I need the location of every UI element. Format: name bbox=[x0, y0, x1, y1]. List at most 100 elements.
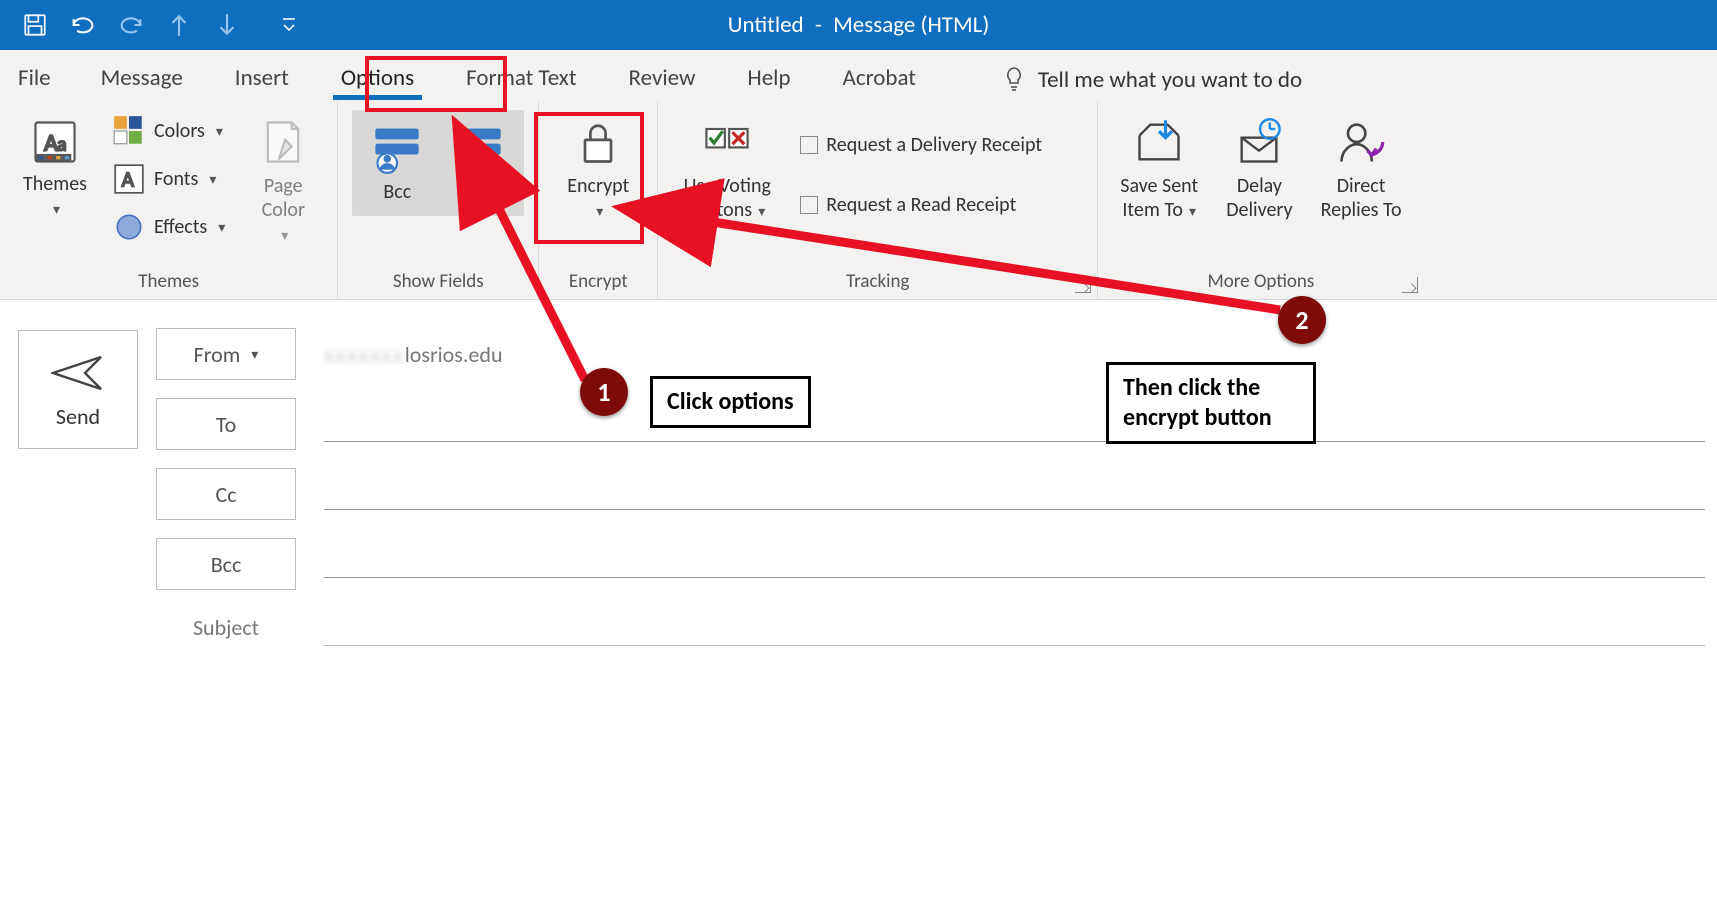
group-themes-label: Themes bbox=[14, 270, 323, 297]
cc-btn-label: Cc bbox=[215, 481, 236, 508]
arrow-down-icon[interactable] bbox=[212, 10, 242, 40]
effects-icon bbox=[112, 210, 146, 244]
tab-message[interactable]: Message bbox=[75, 54, 209, 102]
direct-replies-button[interactable]: DirectReplies To bbox=[1313, 110, 1410, 228]
read-receipt-checkbox[interactable]: Request a Read Receipt bbox=[794, 189, 1048, 221]
title-bar: Untitled - Message (HTML) bbox=[0, 0, 1717, 50]
arrow-up-icon[interactable] bbox=[164, 10, 194, 40]
read-receipt-label: Request a Read Receipt bbox=[826, 193, 1016, 217]
tab-file[interactable]: File bbox=[10, 54, 75, 102]
svg-text:a: a bbox=[57, 133, 66, 157]
group-more-options: Save SentItem To ▾ DelayDelivery DirectR… bbox=[1098, 102, 1423, 299]
save-sent-label-2: Item To bbox=[1122, 198, 1183, 222]
delay-delivery-button[interactable]: DelayDelivery bbox=[1218, 110, 1300, 228]
checkbox-icon bbox=[800, 136, 818, 154]
window-title: Untitled - Message (HTML) bbox=[728, 11, 990, 39]
subject-input[interactable] bbox=[324, 602, 1705, 646]
delay-icon bbox=[1233, 116, 1285, 168]
group-encrypt-label: Encrypt bbox=[553, 270, 643, 297]
delay-label-2: Delivery bbox=[1226, 198, 1292, 222]
direct-label-1: Direct bbox=[1337, 174, 1386, 198]
page-color-button[interactable]: PageColor▾ bbox=[243, 110, 323, 252]
save-sent-item-button[interactable]: Save SentItem To ▾ bbox=[1112, 110, 1206, 228]
group-tracking-label: Tracking bbox=[672, 270, 1083, 297]
direct-label-2: Replies To bbox=[1321, 198, 1402, 222]
cc-button[interactable]: Cc bbox=[156, 468, 296, 520]
compose-area: Send From▾ To Cc Bcc Subject xxxxxxxlosr… bbox=[0, 300, 1717, 646]
from-label: From bbox=[458, 180, 500, 204]
tell-me-placeholder: Tell me what you want to do bbox=[1038, 66, 1302, 94]
effects-label: Effects bbox=[154, 215, 207, 239]
colors-button[interactable]: Colors▾ bbox=[106, 110, 231, 152]
from-value-domain: losrios.edu bbox=[405, 341, 503, 368]
voting-label-1: Use Voting bbox=[684, 174, 771, 198]
bcc-label: Bcc bbox=[383, 180, 411, 204]
themes-label: Themes bbox=[23, 172, 87, 196]
page-color-icon bbox=[257, 116, 309, 168]
encrypt-button[interactable]: Encrypt▾ bbox=[553, 110, 643, 228]
delivery-receipt-checkbox[interactable]: Request a Delivery Receipt bbox=[794, 129, 1048, 161]
lock-icon bbox=[572, 116, 624, 168]
group-themes: Aa Themes▾ Colors▾ A Fonts▾ Effects▾ bbox=[0, 102, 338, 299]
lightbulb-icon bbox=[1002, 66, 1026, 94]
save-sent-label-1: Save Sent bbox=[1120, 174, 1198, 198]
colors-icon bbox=[112, 114, 146, 148]
fonts-button[interactable]: A Fonts▾ bbox=[106, 158, 231, 200]
from-btn-label: From bbox=[194, 341, 241, 368]
fonts-label: Fonts bbox=[154, 167, 198, 191]
send-icon bbox=[51, 353, 105, 393]
more-options-launcher-icon[interactable] bbox=[1402, 277, 1418, 293]
voting-icon bbox=[701, 116, 753, 168]
ribbon: Aa Themes▾ Colors▾ A Fonts▾ Effects▾ bbox=[0, 102, 1717, 300]
group-more-options-label: More Options bbox=[1112, 270, 1409, 297]
delivery-receipt-label: Request a Delivery Receipt bbox=[826, 133, 1042, 157]
tell-me-search[interactable]: Tell me what you want to do bbox=[1002, 66, 1302, 102]
svg-text:A: A bbox=[122, 166, 135, 192]
from-value: xxxxxxxlosrios.edu bbox=[324, 341, 503, 368]
redacted-text: xxxxxxx bbox=[324, 341, 405, 368]
save-icon[interactable] bbox=[20, 10, 50, 40]
direct-replies-icon bbox=[1335, 116, 1387, 168]
delay-label-1: Delay bbox=[1237, 174, 1282, 198]
tab-format-text[interactable]: Format Text bbox=[440, 54, 602, 102]
tab-acrobat[interactable]: Acrobat bbox=[817, 54, 942, 102]
themes-button[interactable]: Aa Themes▾ bbox=[14, 110, 94, 226]
effects-button[interactable]: Effects▾ bbox=[106, 206, 231, 248]
title-document: Untitled bbox=[728, 11, 804, 39]
voting-buttons-button[interactable]: Use VotingButtons ▾ bbox=[672, 110, 782, 228]
undo-icon[interactable] bbox=[68, 10, 98, 40]
to-input[interactable] bbox=[324, 398, 1705, 442]
encrypt-label: Encrypt bbox=[567, 174, 629, 198]
from-button[interactable]: From▾ bbox=[156, 328, 296, 380]
bcc-icon bbox=[371, 122, 423, 174]
customize-qat-icon[interactable] bbox=[274, 10, 304, 40]
page-color-label: PageColor bbox=[262, 174, 305, 222]
send-button[interactable]: Send bbox=[18, 330, 138, 449]
send-label: Send bbox=[56, 403, 100, 430]
bcc-field-button[interactable]: Bcc bbox=[362, 116, 432, 210]
themes-icon: Aa bbox=[29, 116, 81, 168]
to-btn-label: To bbox=[216, 411, 236, 438]
tracking-launcher-icon[interactable] bbox=[1075, 277, 1091, 293]
bcc-input[interactable] bbox=[324, 534, 1705, 578]
voting-label-2: Buttons bbox=[689, 198, 752, 222]
tab-insert[interactable]: Insert bbox=[209, 54, 315, 102]
tab-help[interactable]: Help bbox=[721, 54, 816, 102]
ribbon-tabs: File Message Insert Options Format Text … bbox=[0, 50, 1717, 102]
cc-input[interactable] bbox=[324, 466, 1705, 510]
tab-review[interactable]: Review bbox=[603, 54, 722, 102]
from-field-button[interactable]: From bbox=[444, 116, 514, 210]
redo-icon[interactable] bbox=[116, 10, 146, 40]
from-icon bbox=[453, 122, 505, 174]
group-encrypt: Encrypt▾ Encrypt bbox=[539, 102, 658, 299]
group-tracking: Use VotingButtons ▾ Request a Delivery R… bbox=[658, 102, 1098, 299]
bcc-button[interactable]: Bcc bbox=[156, 538, 296, 590]
bcc-btn-label: Bcc bbox=[211, 551, 242, 578]
tab-options[interactable]: Options bbox=[315, 54, 440, 102]
save-sent-icon bbox=[1133, 116, 1185, 168]
to-button[interactable]: To bbox=[156, 398, 296, 450]
group-show-fields: Bcc From Show Fields bbox=[338, 102, 539, 299]
fonts-icon: A bbox=[112, 162, 146, 196]
subject-label: Subject bbox=[156, 614, 296, 641]
checkbox-icon bbox=[800, 196, 818, 214]
